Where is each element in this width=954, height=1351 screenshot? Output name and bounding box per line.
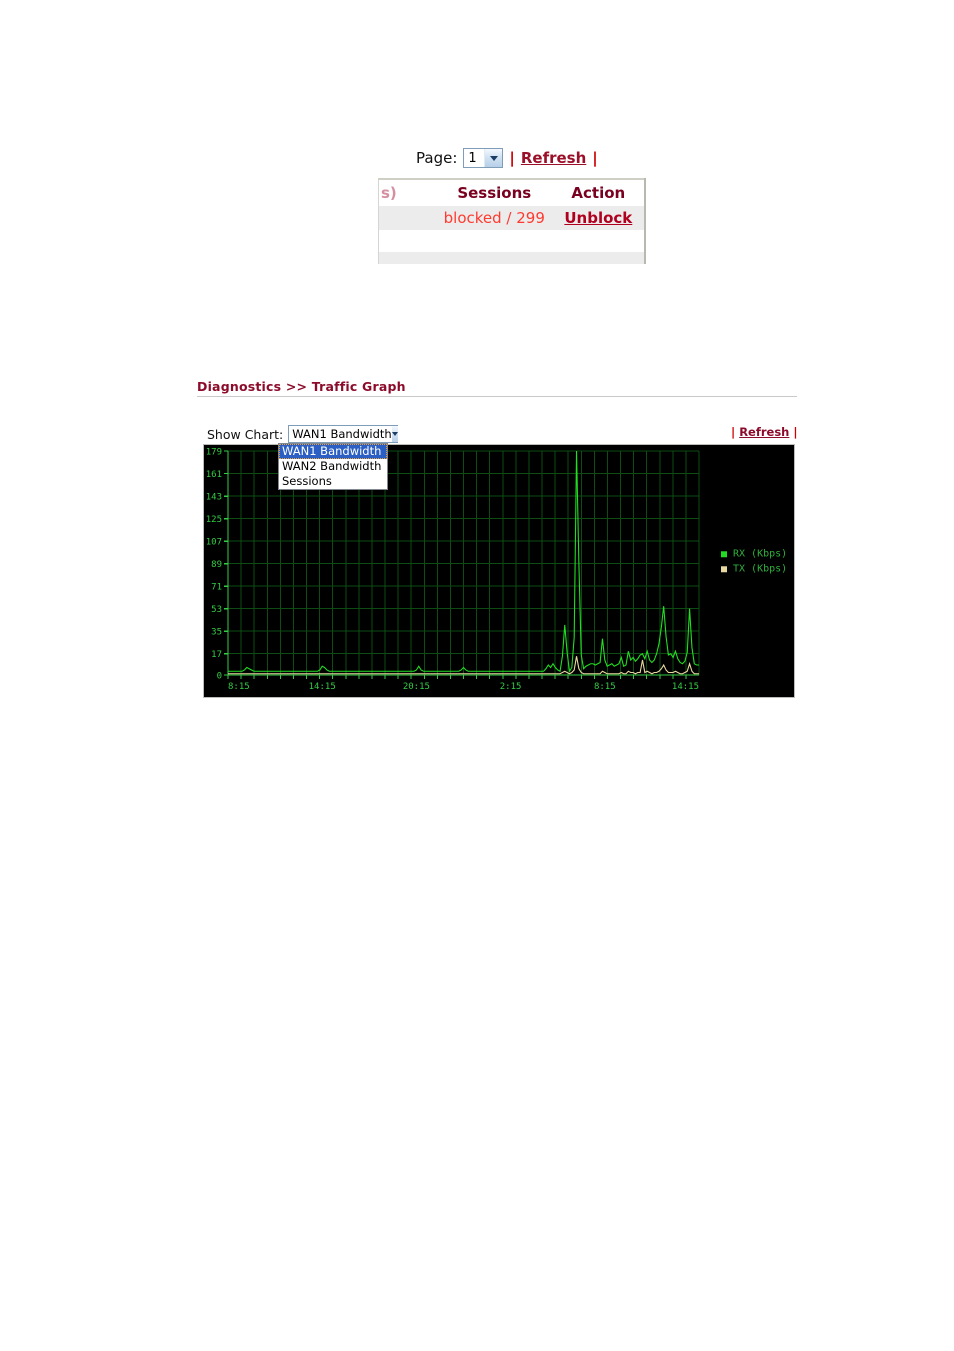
table-row-partial [378, 252, 645, 264]
breadcrumb: Diagnostics >> Traffic Graph [197, 379, 406, 394]
chart-option-wan1[interactable]: WAN1 Bandwidth [279, 444, 387, 459]
page-select-value: 1 [468, 150, 477, 166]
chart-select[interactable]: WAN1 Bandwidth [288, 425, 399, 443]
svg-text:143: 143 [206, 493, 222, 503]
refresh-row-graph: | Refresh | [731, 425, 798, 439]
table-cell-empty-a [378, 230, 436, 252]
chart-select-dropdown[interactable]: WAN1 Bandwidth WAN2 Bandwidth Sessions [278, 443, 388, 490]
svg-text:8:15: 8:15 [594, 682, 616, 692]
table-row-empty [378, 230, 645, 252]
svg-text:8:15: 8:15 [228, 682, 250, 692]
table-cell-empty-c [552, 230, 645, 252]
table-header-cut-off: s) [378, 179, 436, 206]
refresh-link-graph[interactable]: Refresh [739, 425, 789, 439]
page-select-arrow[interactable] [484, 149, 503, 167]
svg-text:14:15: 14:15 [672, 682, 699, 692]
table-cell-action: Unblock [552, 206, 645, 230]
svg-text:71: 71 [211, 583, 222, 593]
breadcrumb-divider [197, 396, 797, 397]
page-control-row: Page: 1 | Refresh | [416, 148, 598, 168]
page-whitespace [0, 710, 954, 1351]
chart-option-sessions[interactable]: Sessions [279, 474, 387, 489]
chart-select-value: WAN1 Bandwidth [292, 427, 392, 441]
table-header-action: Action [552, 179, 645, 206]
svg-text:89: 89 [211, 560, 222, 570]
svg-text:2:15: 2:15 [500, 682, 522, 692]
table-cell-partial-a [378, 252, 436, 264]
table-cell-partial-c [552, 252, 645, 264]
chevron-down-icon [391, 432, 398, 436]
svg-text:RX (Kbps): RX (Kbps) [733, 548, 787, 559]
sessions-table: s) Sessions Action blocked / 299 Unblock [378, 178, 646, 264]
table-header-sessions: Sessions [435, 179, 553, 206]
page-select[interactable]: 1 [463, 148, 504, 168]
refresh-link-sessions[interactable]: Refresh [521, 149, 586, 167]
show-chart-row: Show Chart: WAN1 Bandwidth [207, 425, 399, 443]
chart-option-wan2[interactable]: WAN2 Bandwidth [279, 459, 387, 474]
page-label: Page: [416, 149, 458, 167]
chart-select-arrow[interactable] [391, 426, 398, 442]
svg-text:TX (Kbps): TX (Kbps) [733, 563, 787, 574]
svg-text:0: 0 [217, 672, 222, 682]
svg-text:35: 35 [211, 628, 222, 638]
chevron-down-icon [489, 155, 498, 161]
separator-right-graph: | [793, 425, 798, 439]
svg-text:125: 125 [206, 515, 222, 525]
separator-right: | [592, 149, 598, 167]
table-cell-sessions: blocked / 299 [435, 206, 553, 230]
svg-text:17: 17 [211, 650, 222, 660]
svg-text:179: 179 [206, 448, 222, 458]
table-cell-empty-b [435, 230, 553, 252]
svg-text:20:15: 20:15 [403, 682, 430, 692]
table-header-row: s) Sessions Action [378, 179, 645, 206]
separator-left-graph: | [731, 425, 736, 439]
table-cell-partial-b [435, 252, 553, 264]
svg-text:161: 161 [206, 470, 222, 480]
table-row: blocked / 299 Unblock [378, 206, 645, 230]
separator-left: | [509, 149, 515, 167]
svg-text:53: 53 [211, 605, 222, 615]
show-chart-label: Show Chart: [207, 426, 284, 442]
svg-text:107: 107 [206, 538, 222, 548]
unblock-link[interactable]: Unblock [564, 209, 632, 227]
svg-text:14:15: 14:15 [309, 682, 336, 692]
table-cell-blank [378, 206, 436, 230]
sessions-panel-fragment: Page: 1 | Refresh | s) Sessions Action b… [0, 0, 954, 300]
